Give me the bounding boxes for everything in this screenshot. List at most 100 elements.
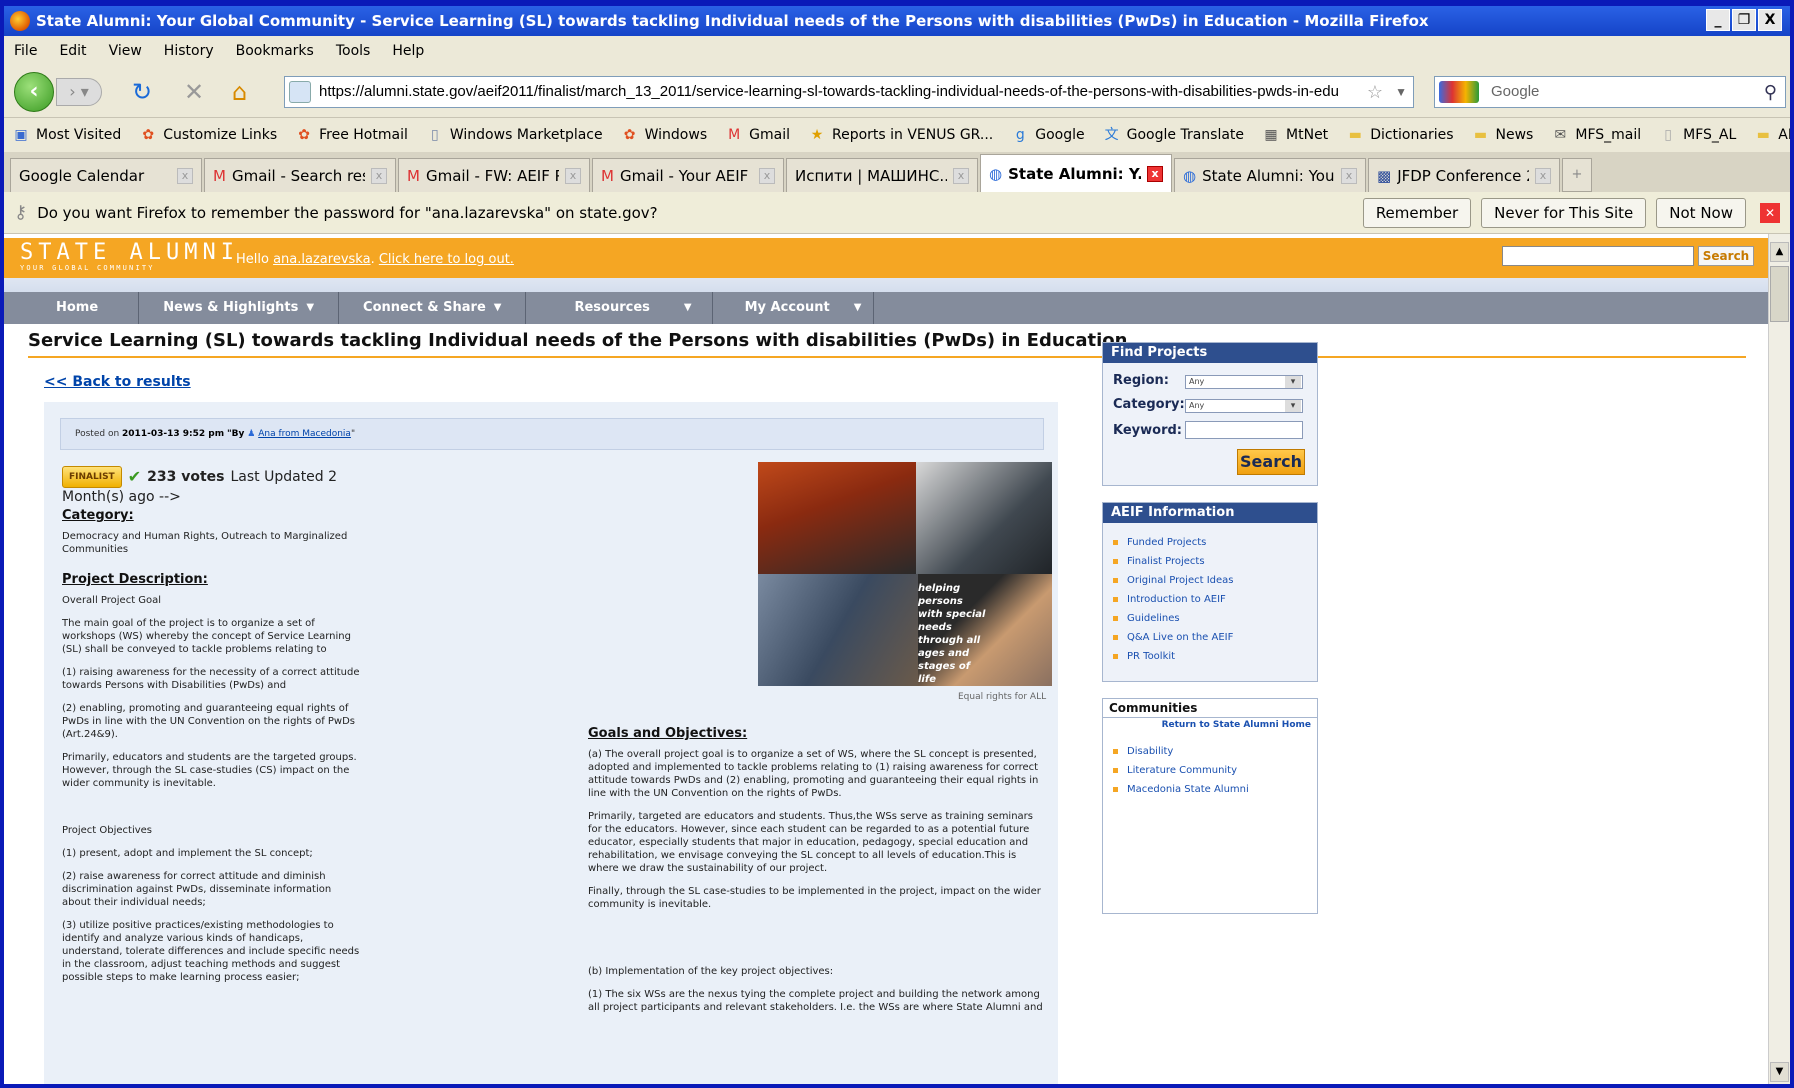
tab-close-icon[interactable]: x (1535, 167, 1551, 184)
tab-close-icon[interactable]: x (1341, 167, 1357, 184)
aeif-link-qa[interactable]: Q&A Live on the AEIF (1113, 628, 1317, 647)
gmail-icon: M (728, 127, 741, 143)
desc-paragraph: (2) raise awareness for correct attitude… (62, 871, 332, 908)
menu-help[interactable]: Help (392, 43, 424, 59)
url-dropdown-icon[interactable]: ▼ (1395, 77, 1407, 107)
menu-tools[interactable]: Tools (336, 43, 371, 59)
site-search-input[interactable] (1502, 246, 1694, 266)
tab-close-icon[interactable]: x (371, 167, 387, 184)
community-links: Disability Literature Community Macedoni… (1103, 732, 1317, 799)
aeif-link-funded[interactable]: Funded Projects (1113, 533, 1317, 552)
menu-view[interactable]: View (109, 43, 142, 59)
bookmark-gmail[interactable]: M Gmail (725, 127, 790, 143)
scroll-up-icon[interactable]: ▲ (1770, 242, 1789, 262)
logout-link[interactable]: Click here to log out. (379, 252, 514, 267)
aeif-link-guidelines[interactable]: Guidelines (1113, 609, 1317, 628)
tab-gmail-your[interactable]: MGmail - Your AEIF P...x (592, 158, 784, 192)
username-link[interactable]: ana.lazarevska (273, 252, 370, 267)
nav-news-highlights[interactable]: News & Highlights ▼ (139, 292, 340, 324)
site-logo[interactable]: STATE ALUMNI YOUR GLOBAL COMMUNITY (20, 242, 239, 273)
tab-state-alumni-active[interactable]: ◍ State Alumni: Y... x (980, 154, 1172, 192)
back-button[interactable]: ‹ (14, 72, 54, 112)
tab-close-icon[interactable]: x (1147, 165, 1163, 182)
bookmark-star-icon[interactable]: ☆ (1367, 77, 1383, 107)
forward-button[interactable]: › ▾ (56, 78, 102, 106)
minimize-button[interactable]: _ (1706, 9, 1730, 31)
search-bar[interactable]: Google ⚲ (1434, 76, 1786, 108)
vertical-scrollbar[interactable]: ▲ ▼ (1768, 234, 1790, 1084)
bookmark-mtnet[interactable]: ▦ MtNet (1262, 127, 1328, 143)
menu-edit[interactable]: Edit (59, 43, 86, 59)
google-engine-icon[interactable] (1439, 81, 1479, 103)
tab-state-alumni-2[interactable]: ◍State Alumni: Your ...x (1174, 158, 1366, 192)
author-link[interactable]: Ana from Macedonia (258, 429, 351, 439)
bookmark-google[interactable]: g Google (1011, 127, 1085, 143)
region-label: Region: (1113, 373, 1169, 388)
aeif-link-pr-toolkit[interactable]: PR Toolkit (1113, 647, 1317, 666)
tab-close-icon[interactable]: x (565, 167, 581, 184)
password-message: Do you want Firefox to remember the pass… (37, 203, 658, 222)
bookmark-most-visited[interactable]: ▣ Most Visited (12, 127, 121, 143)
mtnet-icon: ▦ (1264, 127, 1278, 143)
menu-bookmarks[interactable]: Bookmarks (236, 43, 314, 59)
menu-history[interactable]: History (164, 43, 214, 59)
tab-close-icon[interactable]: x (177, 167, 193, 184)
nav-home[interactable]: Home (16, 292, 140, 324)
home-icon[interactable]: ⌂ (232, 78, 247, 106)
tab-gmail-fw[interactable]: MGmail - FW: AEIF P...x (398, 158, 590, 192)
community-disability[interactable]: Disability (1113, 742, 1317, 761)
category-select[interactable]: Any (1185, 399, 1303, 413)
desc-paragraph: Project Objectives (62, 825, 153, 836)
tab-jfdp[interactable]: ▩JFDP Conference 2...x (1368, 158, 1560, 192)
photo-overlay-caption: helping persons with special needs throu… (918, 583, 986, 685)
region-select[interactable]: Any (1185, 375, 1303, 389)
tab-gmail-search[interactable]: MGmail - Search resu...x (204, 158, 396, 192)
search-icon[interactable]: ⚲ (1764, 77, 1777, 107)
nav-resources[interactable]: Resources ▼ (526, 292, 713, 324)
bookmark-windows[interactable]: ✿ Windows (621, 127, 707, 143)
category-text: Democracy and Human Rights, Outreach to … (62, 531, 348, 555)
site-search-button[interactable]: Search (1698, 246, 1754, 266)
aeif-link-introduction[interactable]: Introduction to AEIF (1113, 590, 1317, 609)
back-to-results-link[interactable]: << Back to results (44, 374, 191, 390)
tab-close-icon[interactable]: x (759, 167, 775, 184)
bookmark-dictionaries[interactable]: ▬ Dictionaries (1346, 127, 1454, 143)
jfdp-icon: ▩ (1377, 166, 1392, 185)
scroll-down-icon[interactable]: ▼ (1770, 1062, 1789, 1082)
bookmark-mfs-mail[interactable]: ✉ MFS_mail (1551, 127, 1641, 143)
never-for-site-button[interactable]: Never for This Site (1481, 197, 1647, 228)
community-literature[interactable]: Literature Community (1113, 761, 1317, 780)
bookmark-arm[interactable]: ▬ARM (1754, 127, 1790, 143)
menu-file[interactable]: File (14, 43, 37, 59)
bookmark-free-hotmail[interactable]: ✿ Free Hotmail (295, 127, 408, 143)
nav-my-account[interactable]: My Account ▼ (713, 292, 875, 324)
find-projects-search-button[interactable]: Search (1237, 449, 1305, 475)
close-notification-icon[interactable]: ✕ (1760, 202, 1780, 223)
stop-icon[interactable]: ✕ (184, 78, 204, 106)
bookmark-windows-marketplace[interactable]: ▯ Windows Marketplace (426, 127, 603, 143)
new-tab-button[interactable]: + (1562, 158, 1592, 192)
goals-paragraph: (b) Implementation of the key project ob… (588, 966, 834, 977)
bookmark-reports[interactable]: ★ Reports in VENUS GR... (808, 127, 994, 143)
remember-button[interactable]: Remember (1362, 197, 1472, 228)
tab-ispiti[interactable]: Испити | МАШИНС... x (786, 158, 978, 192)
aeif-link-original[interactable]: Original Project Ideas (1113, 571, 1317, 590)
restore-button[interactable]: ❐ (1732, 9, 1756, 31)
bookmark-google-translate[interactable]: 文 Google Translate (1103, 127, 1244, 143)
url-bar[interactable]: https://alumni.state.gov/aeif2011/finali… (284, 76, 1414, 108)
community-macedonia[interactable]: Macedonia State Alumni (1113, 780, 1317, 799)
tab-google-calendar[interactable]: Google Calendar x (10, 158, 202, 192)
return-home-link[interactable]: Return to State Alumni Home (1103, 718, 1317, 732)
scroll-thumb[interactable] (1770, 266, 1789, 322)
bookmark-customize-links[interactable]: ✿ Customize Links (139, 127, 277, 143)
not-now-button[interactable]: Not Now (1656, 197, 1746, 228)
aeif-link-finalist[interactable]: Finalist Projects (1113, 552, 1317, 571)
site-identity-icon[interactable] (289, 81, 311, 103)
tab-close-icon[interactable]: x (953, 167, 969, 184)
nav-connect-share[interactable]: Connect & Share ▼ (339, 292, 527, 324)
reload-icon[interactable]: ↻ (132, 78, 152, 106)
keyword-input[interactable] (1185, 421, 1303, 439)
bookmark-mfs-al[interactable]: ▯ MFS_AL (1659, 127, 1736, 143)
bookmark-news[interactable]: ▬ News (1472, 127, 1533, 143)
close-window-button[interactable]: X (1758, 9, 1782, 31)
